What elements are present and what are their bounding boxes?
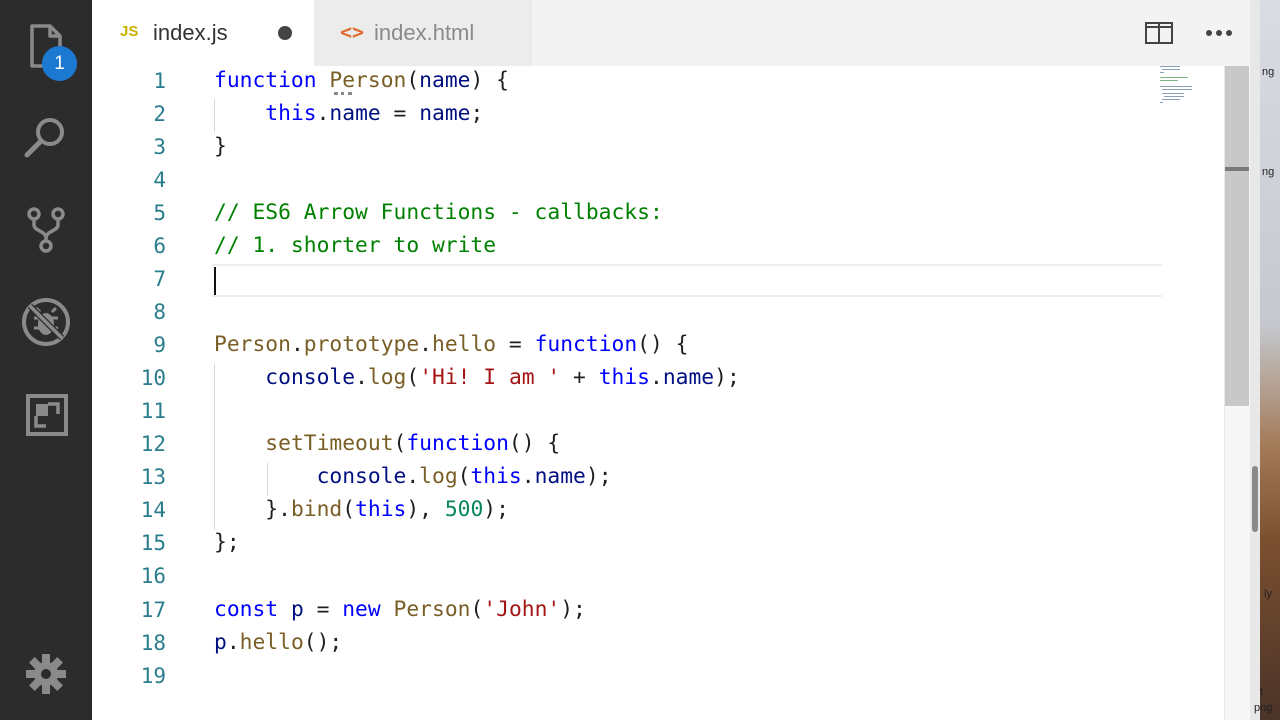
code-line[interactable]: 9 Person.prototype.hello = function() {: [92, 330, 1222, 363]
code-line[interactable]: 17 const p = new Person('John');: [92, 595, 1222, 628]
line-number: 6: [153, 234, 166, 258]
line-number: 1: [153, 69, 166, 93]
code-line[interactable]: 8: [92, 297, 1222, 330]
code-text: Person.prototype.hello = function() {: [214, 332, 689, 357]
code-line[interactable]: 6 // 1. shorter to write: [92, 231, 1222, 264]
activity-bar: 1: [0, 0, 92, 720]
code-line[interactable]: 15 };: [92, 528, 1222, 561]
code-text: console.log(this.name);: [316, 464, 612, 489]
desktop-label: ng: [1262, 166, 1275, 178]
code-line[interactable]: 14 }.bind(this), 500);: [92, 495, 1222, 528]
line-number: 17: [140, 598, 166, 622]
tab-index-html[interactable]: <> index.html: [314, 0, 532, 66]
settings-gear-icon[interactable]: [18, 646, 74, 702]
window-scrollbar-thumb[interactable]: [1252, 466, 1258, 532]
line-number: 13: [140, 465, 166, 489]
code-line[interactable]: 16: [92, 561, 1222, 594]
line-number: 11: [140, 399, 166, 423]
window-scrollbar[interactable]: [1250, 0, 1260, 720]
line-number: 3: [153, 135, 166, 159]
code-line[interactable]: 12 setTimeout(function() {: [92, 429, 1222, 462]
code-comment: // 1. shorter to write: [214, 233, 497, 258]
html-file-icon: <>: [340, 20, 365, 44]
debug-icon[interactable]: [18, 294, 74, 350]
code-text: p.hello();: [214, 630, 343, 655]
desktop-label: png: [1254, 702, 1273, 714]
line-number: 15: [140, 531, 166, 555]
line-number: 5: [153, 201, 166, 225]
javascript-file-icon: JS: [120, 23, 139, 40]
scrollbar-cursor-marker: [1225, 167, 1249, 171]
code-text: }.bind(this), 500);: [214, 497, 509, 522]
desktop-label: t: [1260, 686, 1264, 698]
code-text: setTimeout(function() {: [265, 431, 561, 456]
line-number: 9: [153, 333, 166, 357]
code-text: function Person(name) {: [214, 68, 509, 93]
code-line[interactable]: 11: [92, 396, 1222, 429]
code-text: }: [214, 134, 227, 159]
code-line[interactable]: 19: [92, 661, 1222, 694]
search-icon[interactable]: [18, 110, 74, 166]
code-text: const p = new Person('John');: [214, 597, 586, 622]
code-line-current[interactable]: 7: [92, 264, 1222, 297]
line-number: 18: [140, 631, 166, 655]
line-number: 19: [140, 664, 166, 688]
split-editor-icon[interactable]: [1144, 18, 1174, 48]
source-control-icon[interactable]: [18, 202, 74, 258]
code-text: this.name = name;: [265, 101, 484, 126]
code-line[interactable]: 3 }: [92, 132, 1222, 165]
line-number: 7: [153, 267, 166, 291]
code-text: console.log('Hi! I am ' + this.name);: [265, 365, 740, 390]
line-number: 4: [153, 168, 166, 192]
code-line[interactable]: 18 p.hello();: [92, 628, 1222, 661]
line-number: 14: [140, 498, 166, 522]
code-line[interactable]: 1 function Person(name) {: [92, 66, 1222, 99]
more-actions-icon[interactable]: [1204, 18, 1234, 48]
hint-squiggle: [334, 91, 352, 95]
code-editor[interactable]: 1 function Person(name) { 2 this.name = …: [92, 66, 1250, 720]
minimap[interactable]: [1158, 66, 1218, 106]
line-number: 12: [140, 432, 166, 456]
tab-label: index.html: [374, 20, 475, 45]
tab-label: index.js: [153, 20, 228, 45]
extensions-icon[interactable]: [18, 386, 74, 442]
tab-index-js[interactable]: JS index.js: [92, 0, 314, 66]
code-text: };: [214, 530, 240, 555]
code-comment: // ES6 Arrow Functions - callbacks:: [214, 200, 663, 225]
line-number: 2: [153, 102, 166, 126]
code-line[interactable]: 4: [92, 165, 1222, 198]
line-number: 8: [153, 300, 166, 324]
explorer-badge: 1: [42, 46, 77, 81]
code-line[interactable]: 13 console.log(this.name);: [92, 462, 1222, 495]
tab-bar: JS index.js <> index.html: [92, 0, 1250, 66]
unsaved-dot-icon[interactable]: [278, 26, 292, 40]
desktop-label: ng: [1262, 66, 1275, 78]
desktop-label: ly: [1264, 588, 1272, 600]
line-number: 16: [140, 564, 166, 588]
text-cursor: [214, 267, 216, 295]
code-line[interactable]: 2 this.name = name;: [92, 99, 1222, 132]
code-line[interactable]: 5 // ES6 Arrow Functions - callbacks:: [92, 198, 1222, 231]
line-number: 10: [140, 366, 166, 390]
code-line[interactable]: 10 console.log('Hi! I am ' + this.name);: [92, 363, 1222, 396]
scrollbar-thumb[interactable]: [1225, 66, 1249, 406]
